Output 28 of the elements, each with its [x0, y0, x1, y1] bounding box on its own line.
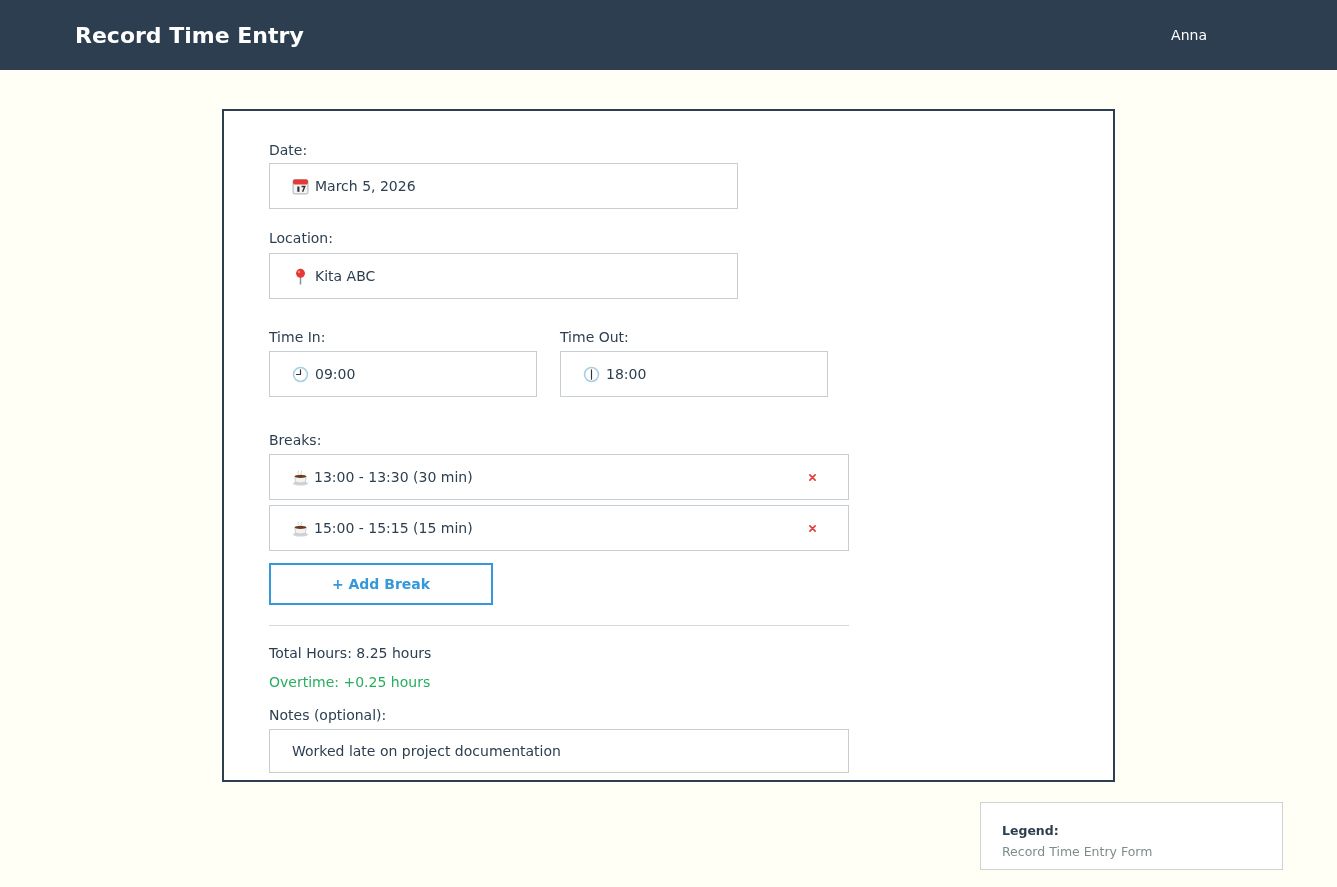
clock-icon — [292, 365, 309, 383]
remove-break-button[interactable] — [807, 522, 818, 534]
close-icon — [809, 524, 816, 532]
field-label: Breaks: — [269, 431, 322, 449]
field-label: Time Out: — [560, 328, 629, 346]
close-icon — [809, 473, 816, 481]
overtime-text: Overtime: +0.25 hours — [269, 673, 431, 691]
field-label: Date: — [269, 141, 308, 159]
field-label: Time In: — [269, 328, 326, 346]
break-time-text: 15:00 - 15:15 (15 min) — [314, 520, 474, 536]
user-name: Anna — [1171, 27, 1207, 43]
field-label: Location: — [269, 229, 333, 247]
location-field[interactable]: Kita ABC — [269, 253, 738, 299]
page-title: Record Time Entry — [75, 22, 304, 48]
time-field[interactable]: 09:00 — [269, 351, 537, 397]
field-label: Notes (optional): — [269, 706, 387, 724]
coffee-cup-icon — [292, 519, 309, 537]
legend-title: Legend: — [1002, 822, 1059, 839]
clock-icon — [583, 365, 600, 383]
coffee-cup-icon — [292, 468, 309, 486]
calendar-icon — [292, 177, 309, 195]
time-field[interactable]: 18:00 — [560, 351, 828, 397]
total-hours-text: Total Hours: 8.25 hours — [269, 644, 432, 662]
break-time-text: 13:00 - 13:30 (30 min) — [314, 469, 474, 485]
date-field[interactable]: March 5, 2026 — [269, 163, 738, 209]
notes-field[interactable]: Worked late on project documentation — [269, 729, 849, 773]
legend-text: Record Time Entry Form — [1002, 843, 1153, 860]
remove-break-button[interactable] — [807, 471, 818, 483]
